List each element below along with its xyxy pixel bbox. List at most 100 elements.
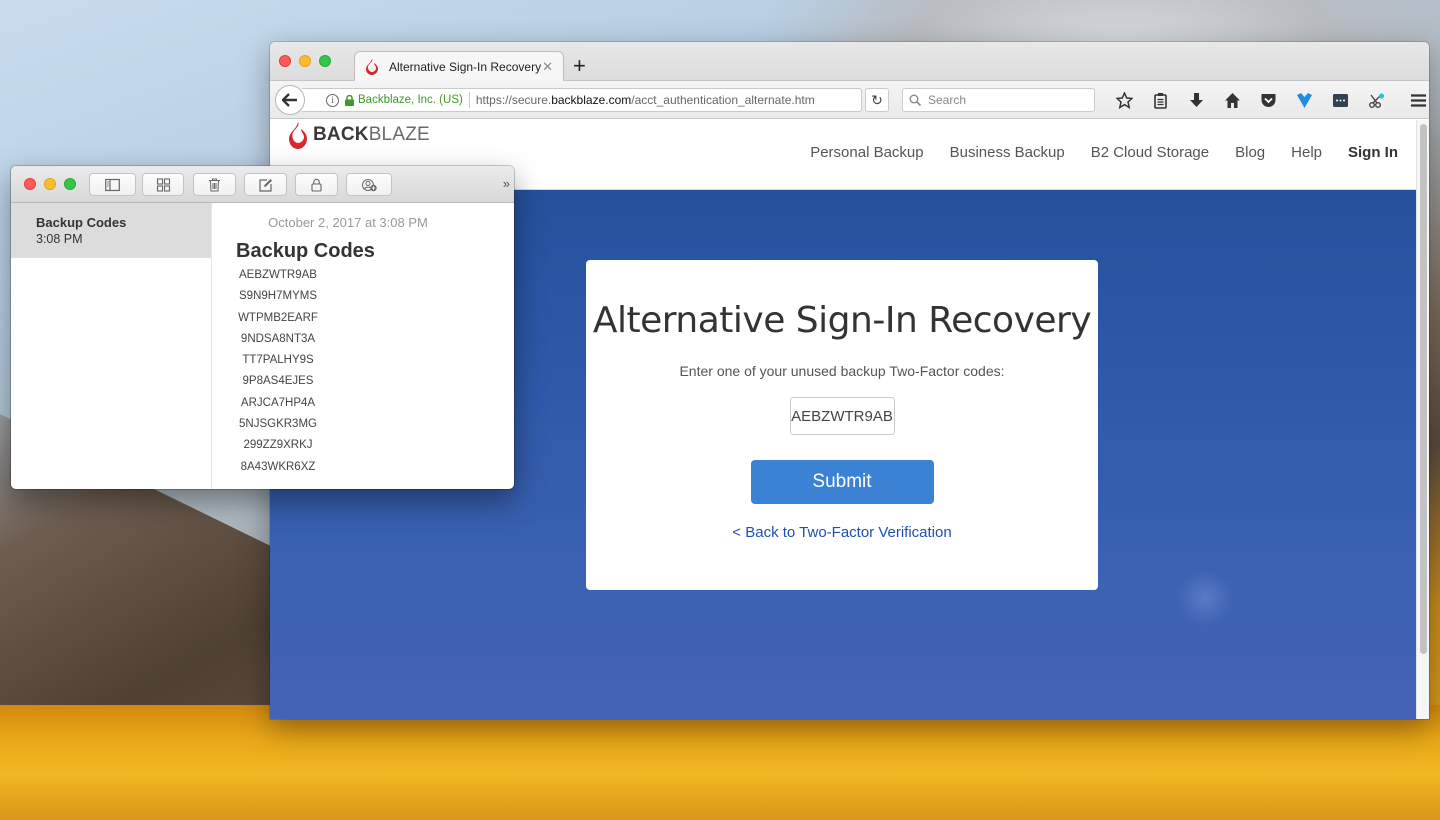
url-path: /acct_authentication_alternate.htm: [631, 93, 815, 107]
clipboard-icon: [1153, 92, 1167, 109]
notes-window: » Backup Codes 3:08 PM October 2, 2017 a…: [11, 166, 514, 489]
nav-b2-cloud-storage[interactable]: B2 Cloud Storage: [1091, 144, 1209, 161]
sidebar-icon: [105, 178, 120, 191]
compose-note-button[interactable]: [244, 173, 287, 196]
star-icon: [1115, 91, 1133, 109]
url-host: backblaze.com: [551, 93, 632, 107]
lock-note-button[interactable]: [295, 173, 338, 196]
logo-text-back: BACK: [313, 124, 369, 145]
note-list-item[interactable]: Backup Codes 3:08 PM: [11, 203, 211, 258]
password-manager-button[interactable]: [1322, 90, 1358, 110]
password-manager-icon: [1332, 93, 1348, 107]
search-input[interactable]: Search: [902, 88, 1095, 112]
search-placeholder: Search: [928, 93, 967, 107]
menu-button[interactable]: [1400, 90, 1429, 110]
close-window-button[interactable]: [24, 178, 36, 190]
back-to-two-factor-link[interactable]: < Back to Two-Factor Verification: [732, 524, 951, 541]
instruction-text: Enter one of your unused backup Two-Fact…: [679, 363, 1005, 379]
lock-icon: [311, 178, 322, 192]
nav-blog[interactable]: Blog: [1235, 144, 1265, 161]
search-icon: [909, 94, 921, 106]
page-scrollbar[interactable]: [1416, 120, 1429, 719]
info-icon[interactable]: i: [326, 93, 339, 107]
scrollbar-thumb[interactable]: [1420, 124, 1427, 654]
note-editor[interactable]: October 2, 2017 at 3:08 PM Backup Codes …: [212, 203, 514, 489]
browser-toolbar: [1106, 90, 1429, 110]
downloads-button[interactable]: [1178, 90, 1214, 110]
attachments-browser-button[interactable]: [142, 173, 184, 196]
backup-code: 9NDSA8NT3A: [240, 332, 316, 345]
note-list-item-time: 3:08 PM: [36, 232, 83, 246]
backup-code: 5NJSGKR3MG: [239, 418, 317, 431]
backup-code: 8A43WKR6XZ: [240, 460, 316, 473]
grid-icon: [156, 177, 170, 192]
note-date: October 2, 2017 at 3:08 PM: [268, 215, 428, 230]
delete-note-button[interactable]: [193, 173, 236, 196]
tab-active[interactable]: Alternative Sign-In Recovery ✕: [354, 51, 564, 82]
bookmark-star-button[interactable]: [1106, 90, 1142, 110]
minimize-window-button[interactable]: [44, 178, 56, 190]
backup-code: TT7PALHY9S: [242, 354, 314, 367]
note-list-item-title: Backup Codes: [36, 215, 127, 230]
recovery-card: Alternative Sign-In Recovery Enter one o…: [586, 260, 1098, 590]
extension-heart-icon: [1296, 92, 1312, 108]
site-nav: Personal Backup Business Backup B2 Cloud…: [810, 144, 1398, 161]
browser-navbar: i Backblaze, Inc. (US) https://secure.ba…: [270, 81, 1429, 119]
backblaze-flame-icon: [366, 59, 378, 75]
download-icon: [1189, 92, 1203, 107]
backblaze-logo[interactable]: BACK BLAZE: [288, 120, 430, 150]
zoom-window-button[interactable]: [64, 178, 76, 190]
reload-button[interactable]: ↻: [865, 88, 889, 112]
page-title: Alternative Sign-In Recovery: [592, 300, 1092, 341]
new-tab-button[interactable]: +: [573, 54, 586, 78]
back-button[interactable]: [275, 85, 305, 115]
notes-toolbar: »: [11, 166, 514, 203]
url-scheme: https://secure.: [475, 93, 552, 107]
desktop-wallpaper-trees: [0, 705, 1440, 820]
arrow-left-icon: [282, 93, 297, 107]
scissors-icon: [1368, 93, 1384, 108]
extension-heart-button[interactable]: [1286, 90, 1322, 110]
add-person-icon: [361, 178, 377, 191]
toggle-sidebar-button[interactable]: [89, 173, 136, 196]
browser-titlebar: Alternative Sign-In Recovery ✕ +: [270, 42, 1429, 82]
submit-button[interactable]: Submit: [750, 460, 934, 504]
compose-icon: [259, 178, 272, 192]
home-button[interactable]: [1214, 90, 1250, 110]
pocket-button[interactable]: [1250, 90, 1286, 110]
backup-code-input[interactable]: [789, 397, 895, 435]
nav-business-backup[interactable]: Business Backup: [950, 144, 1065, 161]
lock-icon: [345, 94, 354, 106]
close-tab-icon[interactable]: ✕: [542, 59, 553, 75]
home-icon: [1224, 92, 1240, 108]
backup-code-list: AEBZWTR9AB S9N9H7MYMS WTPMB2EARF 9NDSA8N…: [212, 265, 344, 478]
logo-text-blaze: BLAZE: [368, 124, 430, 145]
backup-code: WTPMB2EARF: [238, 311, 318, 324]
backup-code: AEBZWTR9AB: [239, 269, 317, 281]
note-heading: Backup Codes: [236, 240, 375, 262]
toolbar-overflow-button[interactable]: »: [503, 176, 510, 191]
add-people-button[interactable]: [346, 173, 392, 196]
site-identity[interactable]: Backblaze, Inc. (US): [358, 94, 463, 106]
close-window-button[interactable]: [279, 55, 291, 67]
url-text[interactable]: https://secure.backblaze.com/acct_authen…: [476, 93, 815, 107]
nav-sign-in[interactable]: Sign In: [1348, 144, 1398, 161]
hamburger-menu-icon: [1410, 93, 1426, 107]
nav-personal-backup[interactable]: Personal Backup: [810, 144, 923, 161]
reading-list-button[interactable]: [1142, 90, 1178, 110]
zoom-window-button[interactable]: [319, 55, 331, 67]
backup-code: 9P8AS4EJES: [242, 375, 314, 388]
url-bar[interactable]: i Backblaze, Inc. (US) https://secure.ba…: [302, 88, 862, 112]
backblaze-flame-icon: [289, 121, 307, 149]
pocket-icon: [1261, 93, 1275, 107]
window-controls: [24, 178, 76, 190]
backup-code: 299ZZ9XRKJ: [243, 439, 313, 452]
screenshot-button[interactable]: [1358, 90, 1394, 110]
nav-help[interactable]: Help: [1291, 144, 1322, 161]
minimize-window-button[interactable]: [299, 55, 311, 67]
backup-code: S9N9H7MYMS: [239, 290, 317, 303]
url-separator: [468, 92, 470, 108]
notes-list: Backup Codes 3:08 PM: [11, 203, 212, 489]
tab-title: Alternative Sign-In Recovery: [389, 60, 542, 74]
trash-icon: [209, 178, 220, 191]
